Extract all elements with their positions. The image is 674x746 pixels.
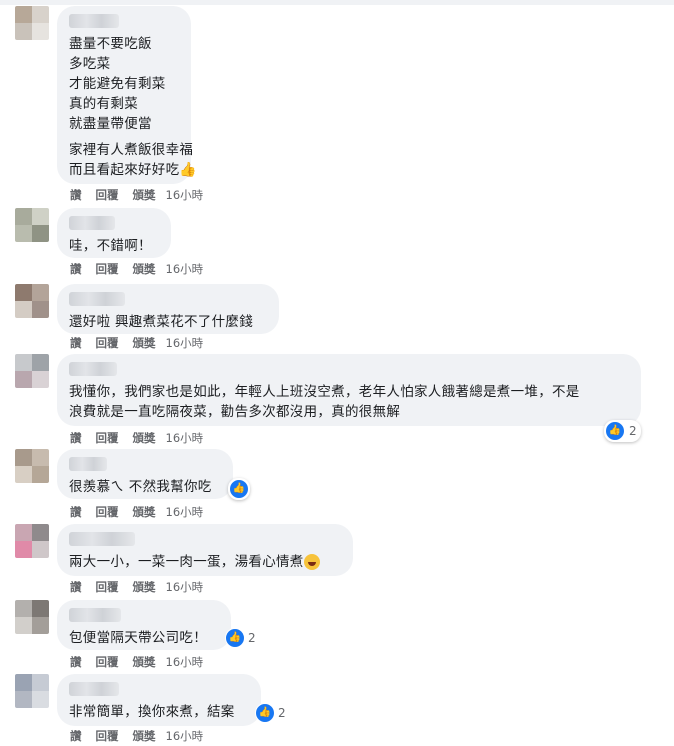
laughing-emoji-icon <box>303 554 320 570</box>
avatar[interactable] <box>15 6 49 40</box>
award-link[interactable]: 頒獎 <box>133 580 156 594</box>
avatar[interactable] <box>15 674 49 708</box>
comment-actions: 讚回覆 頒獎 16小時 <box>70 504 217 520</box>
like-link[interactable]: 讚 <box>70 262 82 276</box>
comment-text: 才能避免有剩菜 <box>69 76 166 92</box>
comment-bubble: 還好啦 興趣煮菜花不了什麼錢 <box>57 284 279 334</box>
thumbs-up-emoji-icon: 👍 <box>179 162 198 178</box>
avatar[interactable] <box>15 354 49 388</box>
comment-actions: 讚回覆 頒獎 16小時 <box>70 579 217 595</box>
like-link[interactable]: 讚 <box>70 580 82 594</box>
commenter-name[interactable] <box>69 532 135 546</box>
comment-text: 多吃菜 <box>69 56 111 72</box>
reply-link[interactable]: 回覆 <box>96 431 119 445</box>
like-link[interactable]: 讚 <box>70 729 82 743</box>
comment-bubble: 盡量不要吃飯 多吃菜 才能避免有剩菜 真的有剩菜 就盡量帶便當 家裡有人煮飯很幸… <box>57 6 197 184</box>
comment-text: 包便當隔天帶公司吃！ <box>69 630 207 646</box>
commenter-name[interactable] <box>69 608 121 622</box>
reaction-badge[interactable]: 👍 <box>228 478 250 500</box>
timestamp[interactable]: 16小時 <box>166 729 204 743</box>
avatar[interactable] <box>15 208 49 242</box>
commenter-name[interactable] <box>69 457 107 471</box>
like-link[interactable]: 讚 <box>70 336 82 350</box>
timestamp[interactable]: 16小時 <box>166 188 204 202</box>
like-link[interactable]: 讚 <box>70 431 82 445</box>
award-link[interactable]: 頒獎 <box>133 188 156 202</box>
comment-text: 就盡量帶便當 <box>69 116 152 132</box>
comment-text: 非常簡單，換你來煮，結案 <box>69 704 235 720</box>
comment-text: 盡量不要吃飯 <box>69 36 152 52</box>
award-link[interactable]: 頒獎 <box>133 505 156 519</box>
commenter-name[interactable] <box>69 362 117 376</box>
commenter-name[interactable] <box>69 216 115 230</box>
comment-bubble: 很羨慕ㄟ 不然我幫你吃 <box>57 449 233 499</box>
award-link[interactable]: 頒獎 <box>133 262 156 276</box>
comment-actions: 讚回覆 頒獎 16小時 <box>70 335 217 351</box>
comment-text: 很羨慕ㄟ 不然我幫你吃 <box>69 479 212 495</box>
like-link[interactable]: 讚 <box>70 655 82 669</box>
reply-link[interactable]: 回覆 <box>96 655 119 669</box>
award-link[interactable]: 頒獎 <box>133 431 156 445</box>
timestamp[interactable]: 16小時 <box>166 580 204 594</box>
comment-actions: 讚回覆 頒獎 16小時 <box>70 187 217 203</box>
like-link[interactable]: 讚 <box>70 505 82 519</box>
comment-bubble: 兩大一小，一菜一肉一蛋，湯看心情煮 <box>57 524 353 576</box>
reply-link[interactable]: 回覆 <box>96 262 119 276</box>
reply-link[interactable]: 回覆 <box>96 580 119 594</box>
avatar[interactable] <box>15 524 49 558</box>
comment-text: 我懂你，我們家也是如此，年輕人上班沒空煮，老年人怕家人餓著總是煮一堆，不是 <box>69 384 580 400</box>
comment-actions: 讚回覆 頒獎 16小時 <box>70 430 217 446</box>
timestamp[interactable]: 16小時 <box>166 336 204 350</box>
comment-text: 哇，不錯啊！ <box>69 238 152 254</box>
like-icon: 👍 <box>605 421 625 441</box>
comment-actions: 讚回覆 頒獎 16小時 <box>70 728 217 744</box>
reply-link[interactable]: 回覆 <box>96 188 119 202</box>
comment-bubble: 包便當隔天帶公司吃！ <box>57 600 231 650</box>
comment-actions: 讚回覆 頒獎 16小時 <box>70 261 217 277</box>
timestamp[interactable]: 16小時 <box>166 505 204 519</box>
reply-link[interactable]: 回覆 <box>96 336 119 350</box>
comment-actions: 讚回覆 頒獎 16小時 <box>70 654 217 670</box>
award-link[interactable]: 頒獎 <box>133 655 156 669</box>
reaction-count: 2 <box>248 630 256 645</box>
timestamp[interactable]: 16小時 <box>166 655 204 669</box>
commenter-name[interactable] <box>69 682 119 696</box>
commenter-name[interactable] <box>69 292 125 306</box>
like-icon: 👍 <box>225 628 245 648</box>
reaction-badge[interactable]: 👍 2 <box>604 420 641 442</box>
like-icon: 👍 <box>229 479 249 499</box>
like-icon: 👍 <box>255 703 275 723</box>
comment-text: 還好啦 興趣煮菜花不了什麼錢 <box>69 314 253 330</box>
comment-text: 真的有剩菜 <box>69 96 138 112</box>
top-divider <box>0 0 674 5</box>
reaction-badge[interactable]: 👍 2 <box>255 703 286 723</box>
avatar[interactable] <box>15 284 49 318</box>
like-link[interactable]: 讚 <box>70 188 82 202</box>
comment-bubble: 哇，不錯啊！ <box>57 208 171 258</box>
reaction-count: 2 <box>278 705 286 720</box>
award-link[interactable]: 頒獎 <box>133 729 156 743</box>
comment-bubble: 我懂你，我們家也是如此，年輕人上班沒空煮，老年人怕家人餓著總是煮一堆，不是 浪費… <box>57 354 641 426</box>
timestamp[interactable]: 16小時 <box>166 431 204 445</box>
comment-text: 家裡有人煮飯很幸福 <box>69 142 194 158</box>
comment-text: 而且看起來好好吃 <box>69 162 180 178</box>
reply-link[interactable]: 回覆 <box>96 505 119 519</box>
timestamp[interactable]: 16小時 <box>166 262 204 276</box>
avatar[interactable] <box>15 600 49 634</box>
comment-text: 兩大一小，一菜一肉一蛋，湯看心情煮 <box>69 554 304 570</box>
award-link[interactable]: 頒獎 <box>133 336 156 350</box>
reaction-badge[interactable]: 👍 2 <box>225 628 256 648</box>
comment-bubble: 非常簡單，換你來煮，結案 <box>57 674 261 726</box>
reply-link[interactable]: 回覆 <box>96 729 119 743</box>
avatar[interactable] <box>15 449 49 483</box>
commenter-name[interactable] <box>69 14 119 28</box>
reaction-count: 2 <box>629 424 637 438</box>
comment-text: 浪費就是一直吃隔夜菜，勸告多次都沒用，真的很無解 <box>69 404 401 420</box>
